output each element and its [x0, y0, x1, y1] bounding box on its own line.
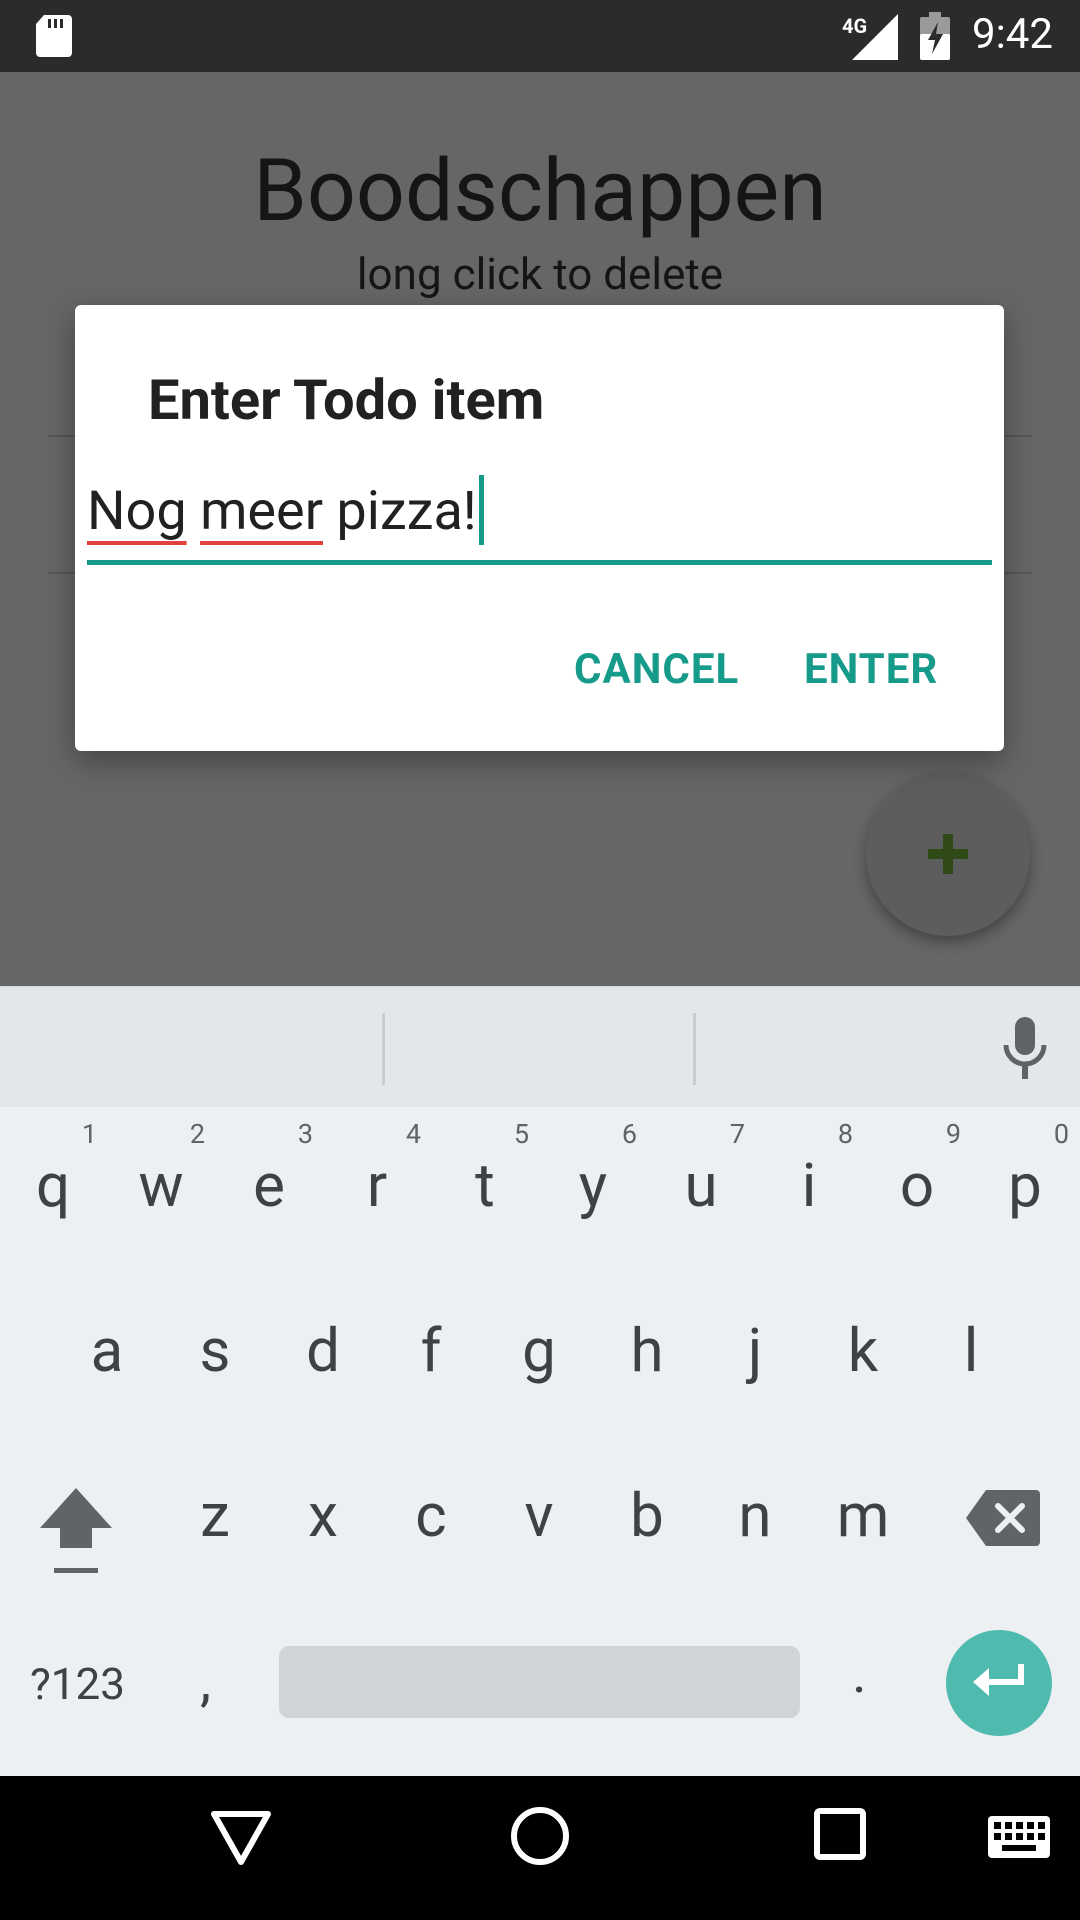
suggestion-strip — [0, 986, 1080, 1107]
key-r[interactable]: 4r — [327, 1118, 427, 1270]
key-hint: 4 — [405, 1118, 421, 1150]
key-hint: 3 — [297, 1118, 313, 1150]
backspace-icon[interactable] — [966, 1490, 1040, 1546]
text-cursor — [478, 474, 484, 545]
back-icon[interactable] — [210, 1810, 272, 1866]
signal-icon — [852, 14, 898, 60]
comma-key[interactable]: , — [200, 1648, 211, 1714]
key-label: x — [308, 1480, 338, 1551]
shift-key-icon[interactable] — [36, 1488, 116, 1578]
key-a[interactable]: a — [57, 1285, 157, 1435]
key-label: v — [524, 1480, 554, 1551]
cancel-button[interactable]: CANCEL — [574, 645, 739, 694]
key-label: y — [578, 1150, 608, 1221]
key-label: s — [199, 1315, 231, 1386]
dialog-title: Enter Todo item — [148, 367, 545, 433]
return-arrow-icon — [973, 1664, 1024, 1696]
key-hint: 0 — [1053, 1118, 1069, 1150]
input-word: pizza! — [336, 480, 477, 543]
status-clock: 9:42 — [972, 10, 1053, 59]
space-key[interactable] — [279, 1646, 800, 1718]
todo-input-field[interactable]: Nog meer pizza! — [87, 470, 992, 565]
app-title: Boodschappen — [253, 140, 827, 241]
key-j[interactable]: j — [705, 1285, 805, 1435]
key-label: a — [90, 1315, 124, 1386]
key-hint: 1 — [81, 1118, 97, 1150]
period-key[interactable]: . — [852, 1640, 867, 1706]
key-hint: 6 — [621, 1118, 637, 1150]
key-x[interactable]: x — [273, 1450, 373, 1600]
keyboard-enter-key[interactable] — [946, 1630, 1052, 1736]
key-f[interactable]: f — [381, 1285, 481, 1435]
key-w[interactable]: 2w — [111, 1118, 211, 1270]
key-z[interactable]: z — [165, 1450, 265, 1600]
key-label: f — [420, 1315, 442, 1386]
key-v[interactable]: v — [489, 1450, 589, 1600]
key-s[interactable]: s — [165, 1285, 265, 1435]
key-g[interactable]: g — [489, 1285, 589, 1435]
suggestion-slot[interactable] — [0, 987, 383, 1107]
home-icon[interactable] — [510, 1806, 570, 1866]
key-hint: 9 — [945, 1118, 961, 1150]
key-o[interactable]: 9o — [867, 1118, 967, 1270]
key-label: m — [836, 1480, 890, 1551]
key-label: q — [35, 1150, 71, 1221]
key-label: r — [366, 1150, 388, 1221]
key-m[interactable]: m — [813, 1450, 913, 1600]
suggestion-slot[interactable] — [385, 987, 693, 1107]
key-label: w — [138, 1150, 184, 1221]
key-label: l — [963, 1315, 979, 1386]
key-i[interactable]: 8i — [759, 1118, 859, 1270]
add-item-fab[interactable] — [866, 772, 1030, 936]
todo-dialog: Enter Todo item Nog meer pizza! CANCEL E… — [75, 305, 1004, 751]
key-label: e — [253, 1150, 285, 1221]
key-label: z — [200, 1480, 230, 1551]
sd-card-icon — [36, 15, 72, 57]
key-h[interactable]: h — [597, 1285, 697, 1435]
status-bar: 4G 9:42 — [0, 0, 1080, 72]
suggestion-slot[interactable] — [696, 987, 986, 1107]
key-d[interactable]: d — [273, 1285, 373, 1435]
key-label: p — [1008, 1150, 1042, 1221]
key-hint: 2 — [189, 1118, 205, 1150]
key-label: o — [899, 1150, 935, 1221]
key-hint: 5 — [513, 1118, 529, 1150]
enter-button[interactable]: ENTER — [804, 645, 938, 694]
battery-charging-icon — [920, 12, 950, 60]
key-label: j — [747, 1315, 763, 1386]
symbols-key[interactable]: ?123 — [30, 1658, 125, 1710]
key-y[interactable]: 6y — [543, 1118, 643, 1270]
key-label: d — [306, 1315, 340, 1386]
key-hint: 8 — [837, 1118, 853, 1150]
todo-input-text[interactable]: Nog meer pizza! — [87, 474, 484, 545]
input-word: Nog — [87, 480, 187, 543]
key-c[interactable]: c — [381, 1450, 481, 1600]
key-label: u — [684, 1150, 718, 1221]
microphone-icon[interactable] — [1000, 1017, 1050, 1081]
key-label: n — [738, 1480, 772, 1551]
key-t[interactable]: 5t — [435, 1118, 535, 1270]
keyboard-switch-icon[interactable] — [988, 1816, 1050, 1858]
input-word: meer — [200, 480, 323, 543]
key-label: t — [475, 1150, 495, 1221]
key-hint: 7 — [729, 1118, 745, 1150]
navigation-bar — [0, 1776, 1080, 1920]
app-subtitle: long click to delete — [356, 248, 724, 300]
key-b[interactable]: b — [597, 1450, 697, 1600]
key-n[interactable]: n — [705, 1450, 805, 1600]
key-label: b — [630, 1480, 664, 1551]
recents-icon[interactable] — [814, 1808, 866, 1860]
key-l[interactable]: l — [921, 1285, 1021, 1435]
key-u[interactable]: 7u — [651, 1118, 751, 1270]
plus-icon — [928, 834, 968, 874]
key-label: k — [847, 1315, 879, 1386]
key-k[interactable]: k — [813, 1285, 913, 1435]
key-label: c — [415, 1480, 447, 1551]
key-label: i — [801, 1150, 817, 1221]
key-p[interactable]: 0p — [975, 1118, 1075, 1270]
key-label: h — [630, 1315, 664, 1386]
key-label: g — [522, 1315, 556, 1386]
key-e[interactable]: 3e — [219, 1118, 319, 1270]
key-q[interactable]: 1q — [3, 1118, 103, 1270]
